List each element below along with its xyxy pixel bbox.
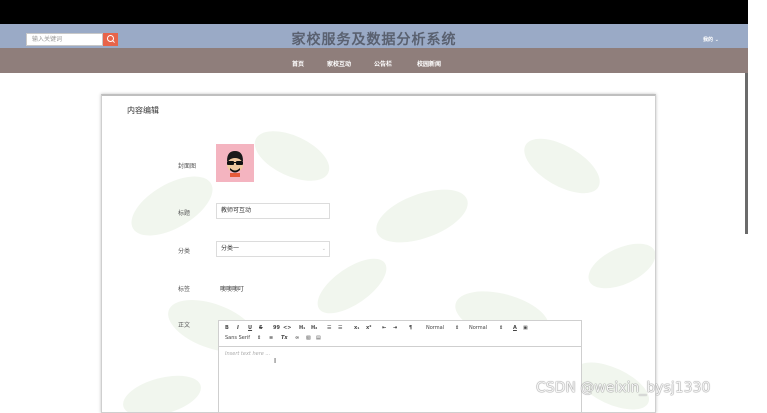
chevron-updown-icon: ⇕	[455, 325, 460, 331]
nav-item-news[interactable]: 校园新闻	[417, 59, 441, 68]
editor-placeholder: Insert text here ...	[225, 351, 271, 357]
indent-button[interactable]: ⇥	[393, 325, 397, 331]
ordered-list-button[interactable]: ☰	[327, 325, 331, 331]
h2-button[interactable]: H₂	[311, 325, 317, 331]
bullet-list-button[interactable]: ☰	[338, 325, 342, 331]
tags-value[interactable]: 噢噢噢叮	[220, 284, 244, 293]
font-select[interactable]: Sans Serif	[225, 335, 250, 341]
scrollbar-track[interactable]	[748, 0, 767, 410]
chevron-updown-icon: ⇕	[257, 335, 262, 341]
watermark: CSDN @weixin_bysj1330	[536, 380, 711, 396]
category-label: 分类	[178, 248, 191, 255]
site-title: 家校服务及数据分析系统	[291, 32, 457, 48]
user-menu[interactable]: 我的 ⌄	[703, 36, 719, 43]
title-label: 标题	[178, 210, 191, 217]
align-button[interactable]: ≡	[269, 335, 273, 341]
link-icon: ∞	[295, 335, 300, 341]
h1-button[interactable]: H₁	[299, 325, 305, 331]
text-cursor-icon: I	[274, 357, 277, 365]
tags-label: 标签	[178, 286, 191, 293]
body-label: 正文	[178, 322, 191, 329]
cover-label: 封面图	[178, 163, 197, 170]
avatar-icon	[227, 151, 243, 177]
text-direction-button[interactable]: ¶	[409, 325, 412, 331]
card-heading: 内容编辑	[127, 106, 159, 115]
chevron-down-icon: ⌄	[321, 246, 326, 252]
content-edit-card: 内容编辑 封面图 标题 教师可互动 分类 分类一 ⌄ 标签 噢噢噢叮 正文 B …	[101, 94, 656, 413]
text-color-button[interactable]: A	[513, 325, 517, 331]
rich-text-editor[interactable]: B I U S 99 <> H₁ H₂ ☰ ☰ x₁ x² ⇤ ⇥ ¶ Norm…	[218, 320, 582, 412]
code-button[interactable]: <>	[283, 325, 291, 331]
size-select[interactable]: Normal	[426, 325, 444, 331]
italic-button[interactable]: I	[237, 325, 239, 331]
nav-item-notices[interactable]: 公告栏	[374, 59, 392, 68]
video-button[interactable]: ▤	[316, 335, 321, 341]
superscript-button[interactable]: x²	[366, 325, 371, 331]
strike-button[interactable]: S	[259, 325, 263, 331]
quote-button[interactable]: 99	[273, 325, 280, 331]
link-button[interactable]: ∞	[295, 335, 299, 341]
image-button[interactable]: ▧	[306, 335, 311, 341]
underline-button[interactable]: U	[248, 325, 252, 331]
title-field[interactable]: 教师可互动	[216, 203, 330, 219]
editor-toolbar: B I U S 99 <> H₁ H₂ ☰ ☰ x₁ x² ⇤ ⇥ ¶ Norm…	[219, 321, 581, 347]
window-top-bar	[0, 0, 748, 24]
chevron-updown-icon: ⇕	[499, 325, 504, 331]
category-value: 分类一	[221, 245, 240, 252]
cover-image[interactable]	[216, 144, 254, 182]
background-color-button[interactable]: ▣	[523, 325, 528, 331]
bold-button[interactable]: B	[225, 325, 229, 331]
header-select[interactable]: Normal	[469, 325, 487, 331]
category-select[interactable]: 分类一 ⌄	[216, 241, 330, 257]
outdent-button[interactable]: ⇤	[382, 325, 386, 331]
subscript-button[interactable]: x₁	[354, 325, 359, 331]
nav-item-interaction[interactable]: 家校互动	[327, 59, 351, 68]
nav-item-home[interactable]: 首页	[292, 59, 304, 68]
main-nav: 首页 家校互动 公告栏 校园新闻	[0, 48, 748, 73]
clean-format-button[interactable]: Tx	[281, 335, 288, 341]
site-header: 输入关键词 家校服务及数据分析系统 我的 ⌄	[0, 24, 748, 48]
